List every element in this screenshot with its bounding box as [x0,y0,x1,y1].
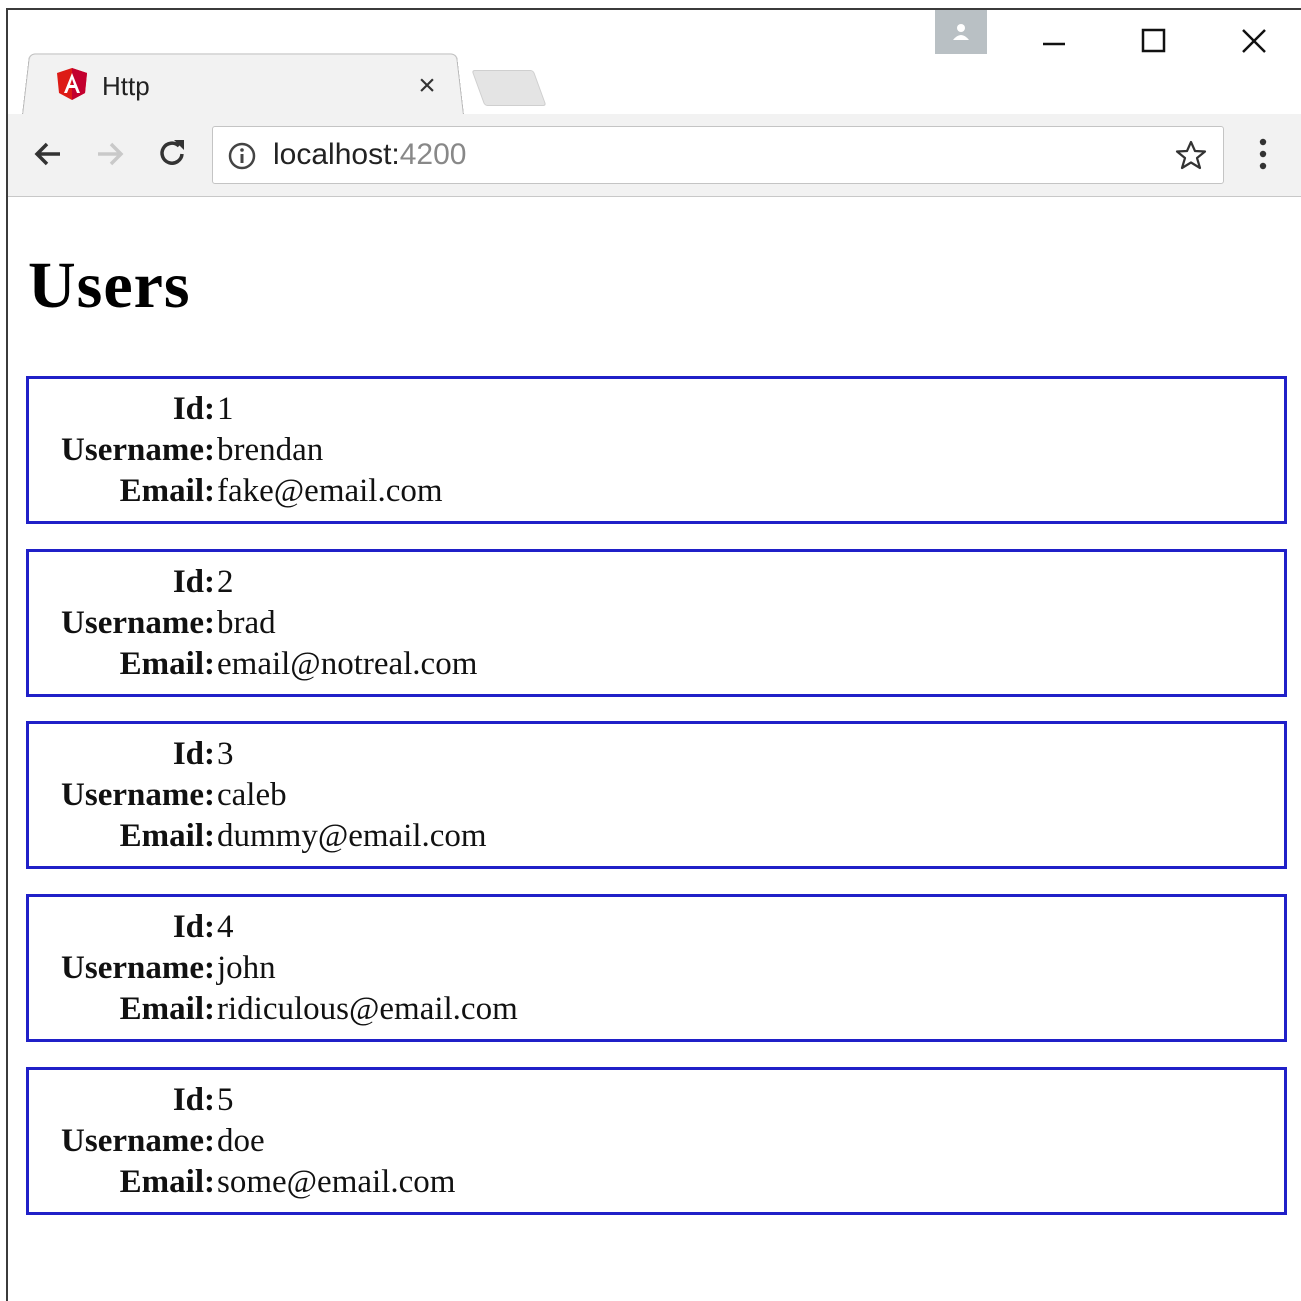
id-label: Id: [172,564,215,600]
user-card: Id: 4 Username: john Email: ridiculous@emai… [26,894,1287,1042]
email-label: Email: [119,473,215,509]
new-tab-button[interactable] [471,70,547,106]
email-label: Email: [119,1164,215,1200]
username-value: caleb [217,777,287,813]
angular-logo-icon [56,67,88,106]
page-title: Users [28,249,191,322]
id-value: 1 [217,391,234,427]
url-host: localhost: [273,138,400,171]
user-card: Id: 1 Username: brendan Email: fake@email.c… [26,376,1287,524]
profile-icon[interactable] [935,10,987,54]
id-label: Id: [172,736,215,772]
close-icon[interactable]: × [412,68,442,104]
back-icon[interactable] [26,132,70,176]
window-close-icon[interactable] [1224,16,1284,66]
username-value: john [217,950,276,986]
id-value: 3 [217,736,234,772]
user-card: Id: 5 Username: doe Email: some@email.com [26,1067,1287,1215]
id-label: Id: [172,909,215,945]
email-value: dummy@email.com [217,818,487,854]
email-label: Email: [119,991,215,1027]
email-value: fake@email.com [217,473,443,509]
tab-title: Http [102,70,150,101]
email-label: Email: [119,818,215,854]
page-content: Users Id: 1 Username: brendan Email: fake@e… [26,196,1301,1301]
email-value: some@email.com [217,1164,456,1200]
username-label: Username: [61,777,215,813]
tab-label-group: Http [56,66,150,106]
email-value: ridiculous@email.com [217,991,518,1027]
user-card: Id: 2 Username: brad Email: email@notreal.c… [26,549,1287,697]
username-value: doe [217,1123,265,1159]
id-value: 4 [217,909,234,945]
browser-window: Http × localhost:4200 Users Id: 1 Userna… [6,8,1301,1301]
username-label: Username: [61,950,215,986]
user-card: Id: 3 Username: caleb Email: dummy@email.co… [26,721,1287,869]
url-text[interactable]: localhost:4200 [273,127,467,183]
id-value: 2 [217,564,234,600]
forward-icon[interactable] [88,132,132,176]
username-label: Username: [61,432,215,468]
email-label: Email: [119,646,215,682]
id-label: Id: [172,391,215,427]
menu-icon[interactable] [1248,132,1278,176]
star-icon[interactable] [1173,137,1209,173]
maximize-icon[interactable] [1124,16,1184,66]
browser-toolbar: localhost:4200 [8,114,1301,197]
username-label: Username: [61,605,215,641]
id-label: Id: [172,1082,215,1118]
username-label: Username: [61,1123,215,1159]
address-bar[interactable]: localhost:4200 [212,126,1224,184]
email-value: email@notreal.com [217,646,478,682]
id-value: 5 [217,1082,234,1118]
username-value: brad [217,605,276,641]
minimize-icon[interactable] [1024,16,1084,66]
reload-icon[interactable] [150,132,194,176]
url-port: 4200 [399,138,467,171]
username-value: brendan [217,432,324,468]
title-bar: Http × [8,10,1301,115]
info-icon[interactable] [225,139,259,173]
